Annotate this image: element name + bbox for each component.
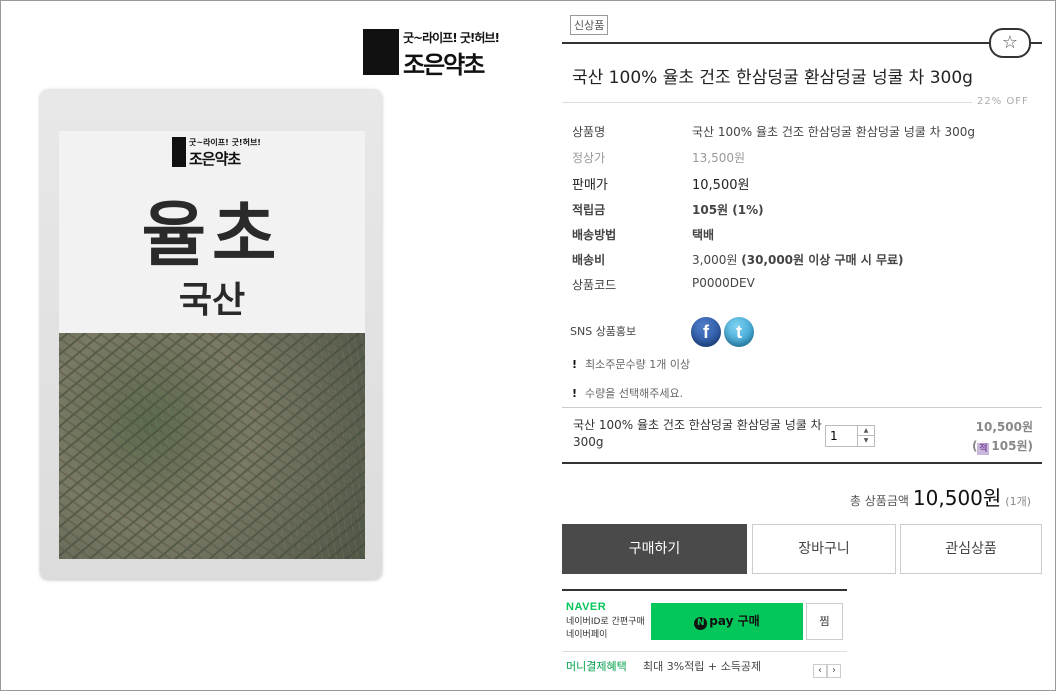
- min-order-notice: ! 최소주문수량 1개 이상: [572, 356, 690, 372]
- naver-pay-desc-line1: 네이버ID로 간편구매: [566, 617, 645, 627]
- star-icon: ☆: [1001, 32, 1019, 53]
- brand-mark-icon: [363, 29, 399, 75]
- info-value: 택배: [692, 228, 715, 242]
- total-price: 총 상품금액 10,500원 (1개): [850, 482, 1031, 511]
- quantity-input[interactable]: [826, 426, 856, 446]
- info-value: P0000DEV: [692, 276, 755, 290]
- buy-button[interactable]: 구매하기: [562, 524, 747, 574]
- option-point-value: 105원): [991, 439, 1033, 453]
- info-label: 상품명: [572, 125, 606, 139]
- info-value: 3,000원 (30,000원 이상 구매 시 무료): [692, 251, 904, 268]
- twitter-share-button[interactable]: t: [724, 317, 754, 347]
- info-label: 배송비: [572, 253, 606, 267]
- wishlist-star-button[interactable]: ☆: [989, 28, 1031, 58]
- package-label: 굿~라이프! 굿!허브! 조은약초 율초 국산: [59, 131, 365, 333]
- notice-text: 최소주문수량 1개 이상: [585, 358, 691, 371]
- sns-label: SNS 상품홍보: [570, 325, 637, 338]
- quantity-up-icon[interactable]: ▲: [857, 426, 874, 436]
- info-value: 국산 100% 율초 건조 한삼덩굴 환삼덩굴 넝쿨 차 300g: [692, 125, 976, 139]
- info-label: 적립금: [572, 203, 606, 217]
- brand-tagline: 굿~라이프! 굿!허브!: [403, 31, 500, 45]
- chevron-left-icon[interactable]: ‹: [813, 664, 827, 678]
- quantity-down-icon[interactable]: ▼: [857, 436, 874, 446]
- info-value: 13,500원: [692, 151, 746, 165]
- exclamation-icon: !: [572, 387, 578, 400]
- title-divider: [562, 42, 1042, 44]
- shipping-fee: 3,000원: [692, 253, 738, 267]
- total-amount: 10,500원: [912, 486, 1002, 510]
- total-count: (1개): [1005, 495, 1031, 508]
- info-label: 상품코드: [572, 278, 617, 292]
- package-origin-text: 국산: [178, 280, 246, 321]
- product-title: 국산 100% 율초 건조 한삼덩굴 환삼덩굴 넝쿨 차 300g: [572, 68, 973, 88]
- point-icon: 적: [977, 443, 990, 455]
- wishlist-button[interactable]: 관심상품: [900, 524, 1042, 574]
- new-product-badge: 신상품: [570, 15, 609, 35]
- naver-pay-divider: [562, 651, 847, 652]
- naver-pay-button[interactable]: Npay 구매: [651, 603, 803, 640]
- notice-text: 수량을 선택해주세요.: [585, 387, 684, 400]
- quantity-stepper[interactable]: ▲ ▼: [825, 425, 875, 447]
- package-big-text: 율초: [141, 194, 283, 276]
- discount-divider: [562, 102, 972, 103]
- exclamation-icon: !: [572, 358, 578, 371]
- facebook-icon: f: [703, 322, 709, 342]
- info-label: 배송방법: [572, 228, 617, 242]
- selected-option-row: 국산 100% 율초 건조 한삼덩굴 환삼덩굴 넝쿨 차 300g ▲ ▼ 10…: [562, 407, 1042, 464]
- package-logo: 굿~라이프! 굿!허브! 조은약초: [172, 137, 261, 169]
- benefit-pager: ‹ ›: [813, 658, 841, 678]
- shipping-free-note: (30,000원 이상 구매 시 무료): [741, 253, 904, 267]
- dried-herbs-image: [59, 333, 365, 559]
- naver-logo: NAVER: [566, 601, 607, 613]
- naver-pay-box: NAVER 네이버ID로 간편구매 네이버페이 Npay 구매 찜 머니결제혜택…: [562, 589, 847, 681]
- info-value: 105원 (1%): [692, 203, 764, 217]
- naver-n-icon: N: [694, 617, 708, 630]
- option-point: (적 105원): [971, 439, 1033, 455]
- facebook-share-button[interactable]: f: [691, 317, 721, 347]
- naver-pay-desc-line2: 네이버페이: [566, 630, 608, 640]
- brand-name: 조은약초: [403, 51, 485, 79]
- twitter-icon: t: [736, 322, 742, 342]
- money-benefit-label: 머니결제혜택: [566, 660, 627, 673]
- chevron-right-icon[interactable]: ›: [827, 664, 841, 678]
- package-logo-name: 조은약초: [189, 150, 241, 168]
- info-value: 10,500원: [692, 178, 750, 193]
- info-label: 정상가: [572, 151, 606, 165]
- discount-rate: 22% OFF: [977, 96, 1029, 107]
- add-to-cart-button[interactable]: 장바구니: [752, 524, 896, 574]
- money-benefit-text: 최대 3%적립 + 소득공제: [643, 660, 762, 673]
- naver-pay-label: pay 구매: [709, 614, 760, 628]
- brand-logo: 굿~라이프! 굿!허브! 조은약초: [363, 29, 503, 79]
- info-label: 판매가: [572, 178, 608, 193]
- option-name: 국산 100% 율초 건조 한삼덩굴 환삼덩굴 넝쿨 차 300g: [573, 418, 822, 449]
- total-label: 총 상품금액: [849, 494, 909, 508]
- product-image: 굿~라이프! 굿!허브! 조은약초 율초 국산: [40, 89, 382, 579]
- package-logo-mark-icon: [172, 137, 186, 167]
- naver-zzim-button[interactable]: 찜: [806, 603, 843, 640]
- select-qty-notice: ! 수량을 선택해주세요.: [572, 385, 683, 401]
- package-logo-tagline: 굿~라이프! 굿!허브!: [189, 138, 261, 147]
- naver-pay-desc: 네이버ID로 간편구매 네이버페이: [566, 616, 645, 642]
- option-price: 10,500원: [975, 420, 1033, 434]
